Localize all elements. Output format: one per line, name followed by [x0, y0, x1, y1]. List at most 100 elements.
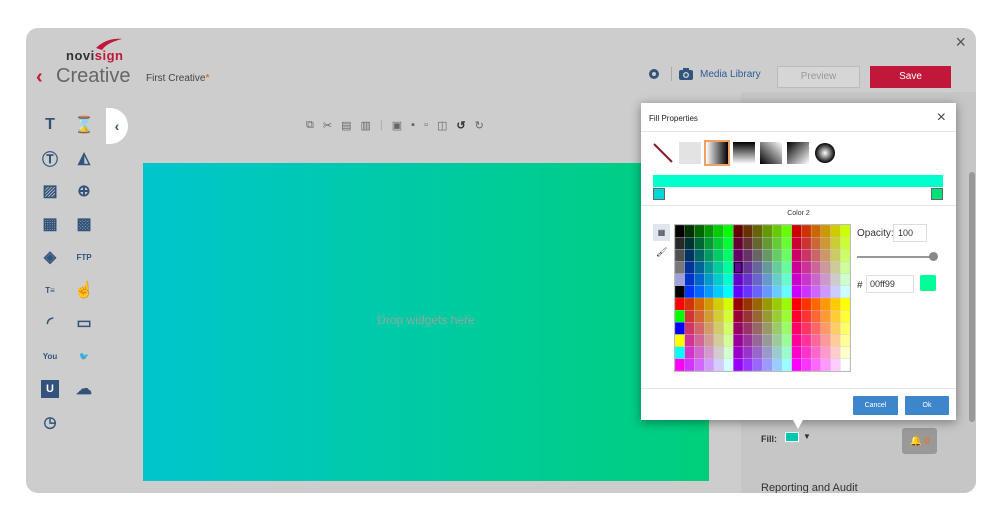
palette-swatch[interactable]	[742, 285, 753, 299]
palette-swatch[interactable]	[675, 334, 685, 347]
globe-icon[interactable]: ⊕	[69, 176, 99, 206]
cancel-button[interactable]: Cancel	[853, 396, 898, 415]
palette-swatch[interactable]	[791, 310, 802, 323]
palette-swatch[interactable]	[791, 322, 802, 335]
palette-swatch[interactable]	[675, 297, 685, 311]
rss-icon[interactable]: ◜	[35, 308, 65, 338]
palette-swatch[interactable]	[762, 310, 773, 323]
palette-swatch[interactable]	[752, 273, 763, 286]
ftp-icon[interactable]: FTP	[69, 242, 99, 272]
palette-swatch[interactable]	[694, 310, 705, 323]
palette-swatch[interactable]	[801, 297, 812, 311]
palette-swatch[interactable]	[820, 334, 831, 347]
palette-swatch[interactable]	[791, 358, 802, 371]
bring-forward-icon[interactable]: ▪	[411, 119, 415, 131]
linear-gradient-reverse-diagonal-icon[interactable]	[787, 142, 809, 164]
notifications-button[interactable]: 🔔 0	[902, 428, 937, 454]
palette-swatch[interactable]	[713, 334, 724, 347]
camera-icon[interactable]	[678, 67, 694, 81]
palette-swatch[interactable]	[733, 358, 744, 371]
linear-gradient-horizontal-icon[interactable]	[704, 140, 730, 166]
palette-swatch[interactable]	[675, 310, 685, 323]
image-gallery-icon[interactable]: ▩	[69, 209, 99, 239]
palette-swatch[interactable]	[830, 261, 841, 274]
palette-swatch[interactable]	[713, 322, 724, 335]
palette-swatch[interactable]	[713, 261, 724, 274]
palette-swatch[interactable]	[840, 322, 850, 335]
palette-swatch[interactable]	[752, 285, 763, 299]
opacity-input[interactable]: 100	[893, 224, 927, 242]
palette-swatch[interactable]	[723, 334, 734, 347]
palette-swatch[interactable]	[830, 358, 841, 371]
palette-swatch[interactable]	[704, 249, 715, 262]
palette-swatch[interactable]	[820, 346, 831, 359]
palette-swatch[interactable]	[684, 261, 695, 274]
no-fill-icon[interactable]	[652, 142, 674, 164]
palette-swatch[interactable]	[675, 346, 685, 359]
palette-swatch[interactable]	[713, 249, 724, 262]
palette-swatch[interactable]	[772, 237, 783, 250]
palette-swatch[interactable]	[762, 273, 773, 286]
palette-swatch[interactable]	[713, 237, 724, 250]
palette-swatch[interactable]	[694, 261, 705, 274]
palette-swatch[interactable]	[820, 261, 831, 274]
palette-swatch[interactable]	[675, 273, 685, 286]
palette-swatch[interactable]	[820, 297, 831, 311]
palette-swatch[interactable]	[781, 310, 792, 323]
palette-swatch[interactable]	[840, 334, 850, 347]
copy-style-icon[interactable]: ⧉	[306, 119, 314, 132]
bring-front-icon[interactable]: ▣	[392, 119, 402, 132]
palette-swatch[interactable]	[704, 310, 715, 323]
palette-swatch[interactable]	[742, 297, 753, 311]
palette-swatch[interactable]	[694, 273, 705, 286]
color-palette-grid[interactable]	[675, 225, 850, 371]
color-palette[interactable]	[674, 224, 851, 372]
palette-swatch[interactable]	[762, 237, 773, 250]
palette-swatch[interactable]	[733, 322, 744, 335]
palette-swatch[interactable]	[694, 285, 705, 299]
palette-swatch[interactable]	[762, 322, 773, 335]
palette-swatch[interactable]	[723, 273, 734, 286]
palette-swatch[interactable]	[772, 358, 783, 371]
palette-swatch[interactable]	[820, 310, 831, 323]
palette-swatch[interactable]	[675, 285, 685, 299]
palette-swatch[interactable]	[810, 322, 821, 335]
delete-icon[interactable]: ▥	[360, 119, 370, 132]
palette-swatch[interactable]	[810, 237, 821, 250]
text-icon[interactable]: T	[35, 110, 65, 140]
palette-swatch[interactable]	[762, 261, 773, 274]
palette-swatch[interactable]	[723, 225, 734, 238]
swipe-icon[interactable]: ☝	[69, 275, 99, 305]
palette-swatch[interactable]	[742, 273, 753, 286]
palette-swatch[interactable]	[704, 334, 715, 347]
palette-swatch[interactable]	[704, 237, 715, 250]
gradient-stop-2[interactable]	[931, 188, 943, 200]
palette-swatch[interactable]	[684, 249, 695, 262]
palette-swatch[interactable]	[704, 261, 715, 274]
palette-swatch[interactable]	[733, 225, 744, 238]
palette-swatch[interactable]	[781, 273, 792, 286]
palette-swatch[interactable]	[723, 261, 734, 274]
palette-swatch[interactable]	[830, 322, 841, 335]
palette-swatch[interactable]	[810, 225, 821, 238]
creative-name[interactable]: First Creative*	[146, 73, 209, 84]
palette-swatch[interactable]	[723, 297, 734, 311]
palette-swatch[interactable]	[675, 237, 685, 250]
save-button[interactable]: Save	[870, 66, 951, 88]
palette-swatch[interactable]	[704, 273, 715, 286]
palette-swatch[interactable]	[684, 310, 695, 323]
radial-gradient-icon[interactable]	[814, 142, 836, 164]
palette-swatch[interactable]	[820, 249, 831, 262]
text-frame-icon[interactable]: Ⓣ	[35, 143, 65, 173]
palette-swatch[interactable]	[810, 249, 821, 262]
twitter-icon[interactable]: 🐦	[69, 341, 99, 371]
palette-swatch[interactable]	[840, 261, 850, 274]
palette-swatch[interactable]	[820, 237, 831, 250]
palette-swatch[interactable]	[791, 334, 802, 347]
palette-swatch[interactable]	[752, 334, 763, 347]
palette-swatch[interactable]	[684, 346, 695, 359]
palette-swatch[interactable]	[772, 334, 783, 347]
palette-swatch[interactable]	[684, 285, 695, 299]
palette-swatch[interactable]	[742, 225, 753, 238]
palette-swatch[interactable]	[801, 249, 812, 262]
